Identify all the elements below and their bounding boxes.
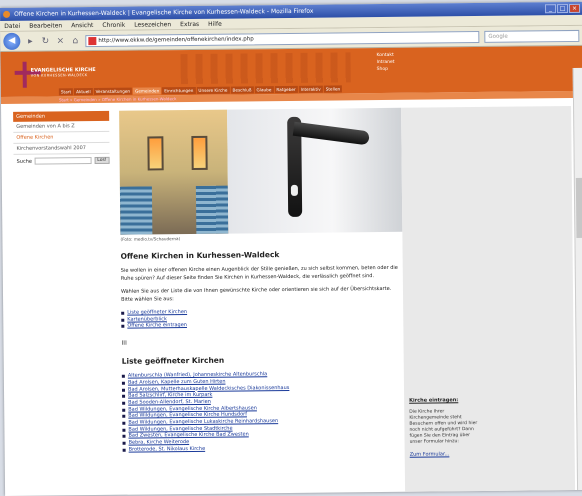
door-lever — [292, 121, 370, 146]
main-content: (Foto: medio.tv/Schauderna) Offene Kirch… — [119, 107, 405, 495]
pew — [119, 186, 153, 235]
tab-aktuell[interactable]: Aktuell — [74, 88, 93, 96]
church-window — [191, 135, 208, 171]
reload-icon[interactable]: ↻ — [40, 36, 50, 46]
tab-veranstaltungen[interactable]: Veranstaltungen — [93, 87, 133, 96]
tab-beschluss[interactable]: Beschluß — [230, 86, 254, 94]
photo-caption: (Foto: medio.tv/Schauderna) — [120, 236, 181, 242]
add-church-text: Die Kirche Ihrer Kirchengemeinde steht B… — [409, 409, 478, 445]
tab-start[interactable]: Start — [58, 88, 74, 96]
form-link[interactable]: Zum Formular... — [410, 451, 480, 457]
church-window — [147, 136, 164, 171]
church-list: Altenburschla (Wanfried), Johanneskirche… — [122, 370, 405, 453]
menu-hilfe[interactable]: Hilfe — [208, 19, 222, 29]
menu-bearbeiten[interactable]: Bearbeiten — [29, 20, 62, 30]
logo-subtitle: VON KURHESSEN-WALDECK — [30, 73, 88, 78]
church-interior-image — [119, 109, 229, 235]
header-links: Kontakt Intranet Shop — [376, 52, 394, 73]
menu-lesezeichen[interactable]: Lesezeichen — [134, 19, 171, 29]
sidebar-item-kirchenvorstandswahl[interactable]: Kirchenvorstandswahl 2007 — [13, 142, 110, 155]
firefox-icon — [3, 10, 11, 18]
close-button[interactable]: × — [568, 3, 581, 14]
keyhole — [290, 184, 298, 196]
pew — [195, 185, 229, 234]
tab-glaube[interactable]: Glaube — [254, 86, 274, 94]
intro-text: Sie wollen in einer offenen Kirche einen… — [120, 264, 398, 282]
site-header: EVANGELISCHE KIRCHE VON KURHESSEN-WALDEC… — [0, 45, 582, 97]
list-title: Liste geöffneter Kirchen — [121, 355, 225, 366]
quick-links: Liste geöffneter Kirchen Kartenüberblick… — [121, 307, 403, 330]
url-text: http://www.ekkw.de/gemeinden/offenekirch… — [98, 35, 254, 44]
section-divider: III — [121, 339, 127, 347]
site-icon — [88, 36, 97, 45]
search-placeholder: Google — [488, 33, 508, 40]
search-submit-button[interactable]: Los! — [94, 156, 110, 165]
add-church-title: Kirche eintragen: — [409, 397, 459, 404]
search-label: Suche — [16, 158, 32, 165]
sidebar: Gemeinden Gemeinden von A bis Z Offene K… — [13, 110, 110, 165]
tab-stellen[interactable]: Stellen — [323, 85, 343, 93]
tab-ratgeber[interactable]: Ratgeber — [274, 85, 298, 94]
window-title: Offene Kirchen in Kurhessen-Waldeck | Ev… — [14, 7, 314, 18]
menu-extras[interactable]: Extras — [180, 19, 199, 29]
stop-icon[interactable]: × — [55, 36, 65, 46]
page-title: Offene Kirchen in Kurhessen-Waldeck — [120, 250, 280, 261]
site-logo[interactable]: EVANGELISCHE KIRCHE VON KURHESSEN-WALDEC… — [31, 67, 96, 78]
tab-einrichtungen[interactable]: Einrichtungen — [162, 86, 196, 95]
maximize-button[interactable]: □ — [556, 4, 569, 14]
sidebar-search: Suche Los! — [14, 156, 110, 165]
browser-window: Offene Kirchen in Kurhessen-Waldeck | Ev… — [0, 1, 582, 496]
tab-gemeinden[interactable]: Gemeinden — [133, 87, 162, 95]
scrollbar-thumb[interactable] — [575, 177, 582, 238]
tab-interaktiv[interactable]: Interaktiv — [298, 85, 323, 93]
tab-unsere-kirche[interactable]: Unsere Kirche — [196, 86, 230, 94]
right-column: Kirche eintragen: Die Kirche Ihrer Kirch… — [401, 106, 576, 492]
intro-text-2: Wählen Sie aus der Liste die von Ihnen g… — [120, 285, 392, 303]
forward-button[interactable]: ▸ — [25, 36, 35, 46]
menu-ansicht[interactable]: Ansicht — [71, 20, 93, 30]
sidebar-search-input[interactable] — [34, 157, 92, 165]
back-button[interactable]: ◀ — [3, 32, 21, 50]
header-image — [180, 52, 351, 85]
header-link-shop[interactable]: Shop — [377, 66, 395, 73]
add-church-box: Kirche eintragen: Die Kirche Ihrer Kirch… — [409, 397, 480, 458]
minimize-button[interactable]: _ — [544, 4, 557, 14]
search-input[interactable]: Google — [484, 29, 580, 43]
menu-datei[interactable]: Datei — [4, 21, 20, 31]
door-handle-image — [227, 107, 403, 234]
menu-chronik[interactable]: Chronik — [102, 20, 125, 30]
home-icon[interactable]: ⌂ — [70, 36, 80, 46]
url-bar[interactable]: http://www.ekkw.de/gemeinden/offenekirch… — [85, 30, 480, 47]
header-photo — [119, 107, 403, 235]
